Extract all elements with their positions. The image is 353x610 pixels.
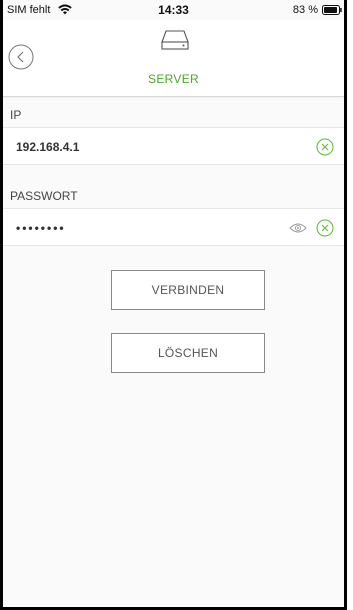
chevron-left-circle-icon [8, 44, 34, 70]
clear-ip-button[interactable] [316, 138, 334, 156]
page-title: SERVER [148, 72, 199, 86]
ip-field-container [3, 127, 344, 165]
password-label: PASSWORT [10, 189, 78, 203]
server-icon [160, 29, 190, 51]
battery-icon [322, 5, 342, 15]
connect-button[interactable]: VERBINDEN [111, 270, 265, 310]
back-button[interactable] [8, 44, 34, 70]
ip-label: IP [10, 108, 22, 122]
app-screen: SIM fehlt 14:33 83 % SERVER IP 192.168.4… [0, 0, 347, 610]
delete-button[interactable]: LÖSCHEN [111, 333, 265, 373]
battery-percentage: 83 % [292, 4, 318, 16]
navigation-header: SERVER [3, 20, 344, 97]
eye-icon [289, 223, 307, 233]
show-password-button[interactable] [289, 221, 307, 235]
ip-input[interactable] [16, 140, 256, 154]
password-input[interactable] [16, 221, 256, 235]
clear-circle-icon [316, 138, 334, 156]
clear-password-button[interactable] [316, 219, 334, 237]
status-bar: SIM fehlt 14:33 83 % [3, 0, 344, 20]
clear-circle-icon [316, 219, 334, 237]
password-field-container [3, 208, 344, 246]
